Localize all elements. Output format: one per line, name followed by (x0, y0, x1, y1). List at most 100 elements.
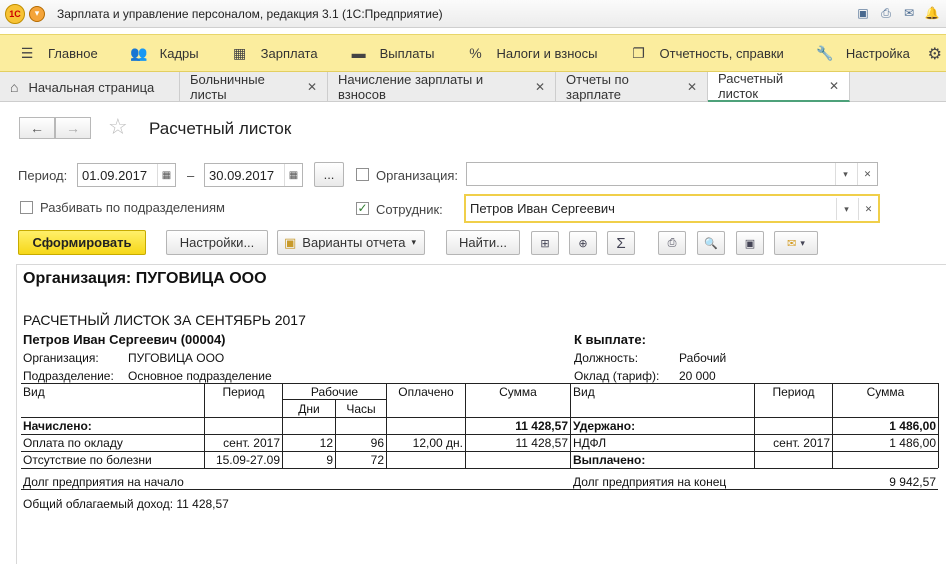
report-to-pay: К выплате: (574, 332, 646, 347)
generate-button[interactable]: Сформировать (18, 230, 146, 255)
section-main[interactable]: ☰ Главное (0, 35, 112, 71)
forward-button[interactable]: → (55, 117, 91, 139)
folder-icon: ▣ (284, 234, 297, 250)
organization-field[interactable]: ▾ ✕ (466, 162, 878, 186)
close-icon[interactable]: ✕ (307, 80, 317, 94)
row-period: сент. 2017 (223, 436, 280, 450)
save-icon[interactable]: ▣ (736, 231, 764, 255)
section-label: Отчетность, справки (659, 45, 784, 61)
send-mail-button[interactable]: ✉ ▾ (774, 231, 818, 255)
table-line (21, 468, 938, 469)
back-button[interactable]: ← (19, 117, 55, 139)
favorite-star-icon[interactable]: ☆ (108, 114, 128, 140)
organization-checkbox[interactable] (356, 168, 369, 181)
section-label: Главное (48, 45, 98, 61)
col-header-sum: Сумма (499, 385, 537, 399)
clear-icon[interactable]: ✕ (858, 198, 878, 220)
section-taxes[interactable]: % Налоги и взносы (448, 35, 611, 71)
employee-checkbox[interactable]: ✓ (356, 202, 369, 215)
close-icon[interactable]: ✕ (829, 79, 839, 93)
gear-icon[interactable]: ⚙ (928, 44, 942, 64)
table-line (21, 489, 938, 490)
tab-label: Больничные листы (190, 72, 265, 102)
report-position-value: Рабочий (679, 351, 727, 365)
window-titlebar: 1С ▾ Зарплата и управление персоналом, р… (0, 0, 946, 28)
accrued-label: Начислено: (23, 419, 92, 433)
chevron-down-icon[interactable]: ▾ (835, 163, 855, 185)
split-by-department-checkbox[interactable] (20, 201, 33, 214)
calendar-icon[interactable]: ▦ (284, 164, 302, 186)
section-reports[interactable]: ❐ Отчетность, справки (612, 35, 798, 71)
report-org-value: ПУГОВИЦА ООО (128, 351, 225, 365)
close-icon[interactable]: ✕ (687, 80, 697, 94)
report-employee: Петров Иван Сергеевич (00004) (23, 332, 226, 347)
find-button[interactable]: Найти... (446, 230, 520, 255)
wallet-icon: ▬ (351, 45, 366, 61)
main-menu-button[interactable]: ▾ (29, 5, 45, 22)
report-position-label: Должность: (574, 351, 639, 365)
settings-button[interactable]: Настройки... (166, 230, 268, 255)
home-icon: ⌂ (10, 79, 19, 95)
window-title: Зарплата и управление персоналом, редакц… (57, 6, 443, 21)
debt-start-label: Долг предприятия на начало (23, 475, 184, 489)
row-period: 15.09-27.09 (215, 453, 280, 467)
section-label: Зарплата (260, 45, 318, 61)
tab-home[interactable]: ⌂ Начальная страница (0, 72, 180, 102)
period-to-value: 30.09.2017 (209, 167, 275, 183)
report-salary-value: 20 000 (679, 369, 716, 383)
preview-icon[interactable]: 🔍 (697, 231, 725, 255)
save-icon[interactable]: ▣ (855, 5, 871, 21)
employee-field[interactable]: Петров Иван Сергеевич ▾ ✕ (464, 194, 880, 223)
withheld-total: 1 486,00 (889, 419, 936, 433)
arrow-left-icon: ← (30, 120, 44, 136)
section-label: Выплаты (379, 45, 435, 61)
period-to-field[interactable]: 30.09.2017 ▦ (204, 163, 303, 187)
table-line (21, 417, 938, 418)
tab-payroll[interactable]: Начисление зарплаты и взносов ✕ (328, 72, 556, 102)
tab-sick-leave[interactable]: Больничные листы ✕ (180, 72, 328, 102)
print-icon[interactable]: ⎙ (658, 231, 686, 255)
section-label: Налоги и взносы (496, 45, 598, 61)
percent-icon: % (469, 45, 482, 61)
chevron-down-icon: ▾ (411, 237, 417, 247)
period-select-button[interactable]: ... (314, 162, 344, 187)
report-dept-label: Подразделение: (23, 369, 114, 383)
employee-value: Петров Иван Сергеевич (470, 201, 615, 216)
col-header-working: Рабочие (310, 385, 359, 399)
tab-label: Расчетный листок (718, 71, 784, 101)
reports-icon: ❐ (632, 44, 645, 61)
add-cells-icon[interactable]: ⊕ (569, 231, 597, 255)
col-header-days: Дни (298, 402, 320, 416)
tab-payslip[interactable]: Расчетный листок ✕ (708, 71, 850, 102)
organization-label: Организация: (376, 168, 459, 183)
report-org-label: Организация: (23, 351, 99, 365)
row-days: 12 (319, 436, 333, 450)
sigma-icon[interactable]: Σ (607, 231, 635, 255)
col-header-sum-2: Сумма (866, 385, 905, 399)
section-payments[interactable]: ▬ Выплаты (332, 35, 449, 71)
tab-label: Начальная страница (28, 79, 155, 95)
section-settings[interactable]: 🔧 Настройка (798, 35, 924, 71)
tab-label: Отчеты по зарплате (566, 72, 629, 102)
section-hr[interactable]: 👥 Кадры (112, 35, 213, 71)
section-salary[interactable]: ▦ Зарплата (213, 35, 332, 71)
mail-icon[interactable]: ✉ (901, 5, 917, 21)
debt-end-label: Долг предприятия на конец (573, 475, 727, 489)
bell-icon[interactable]: 🔔 (924, 5, 940, 21)
calendar-icon[interactable]: ▦ (157, 164, 175, 186)
period-from-field[interactable]: 01.09.2017 ▦ (77, 163, 176, 187)
report-variants-button[interactable]: ▣ Варианты отчета ▾ (277, 230, 425, 255)
table-line (938, 383, 939, 468)
period-from-value: 01.09.2017 (82, 167, 148, 183)
report-salary-label: Оклад (тариф): (574, 369, 660, 383)
table-line (570, 383, 571, 468)
chevron-down-icon[interactable]: ▾ (836, 198, 856, 220)
print-icon[interactable]: ⎙ (878, 5, 894, 21)
debt-end-value: 9 942,57 (889, 475, 936, 489)
sum-cells-icon[interactable]: ⊞ (531, 231, 559, 255)
taxable-income: Общий облагаемый доход: 11 428,57 (23, 497, 229, 511)
close-icon[interactable]: ✕ (535, 80, 545, 94)
tab-payroll-reports[interactable]: Отчеты по зарплате ✕ (556, 72, 708, 102)
clear-icon[interactable]: ✕ (857, 163, 877, 185)
table-line (21, 451, 938, 452)
